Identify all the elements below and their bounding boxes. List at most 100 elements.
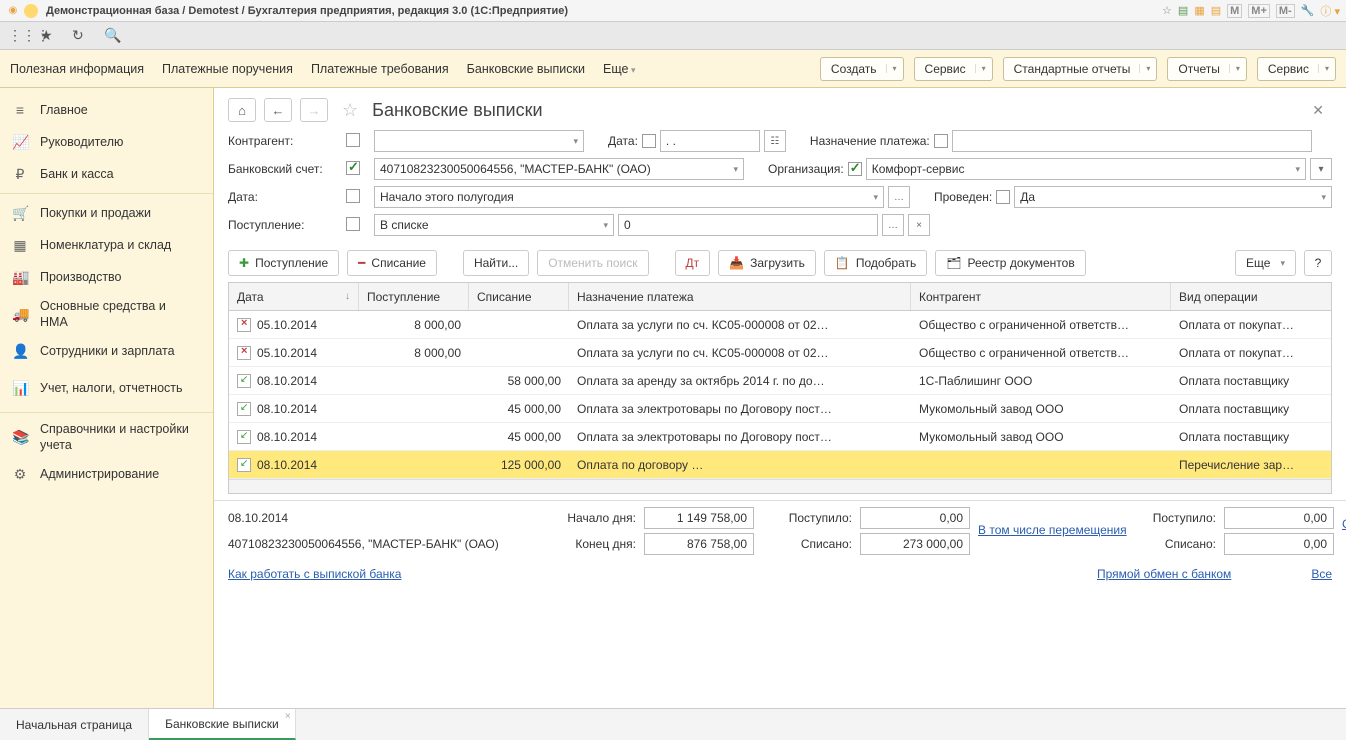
- reports-button[interactable]: Отчеты▾: [1167, 57, 1247, 81]
- sidebar-item-manager[interactable]: 📈Руководителю: [0, 126, 213, 158]
- load-button[interactable]: 📥Загрузить: [718, 250, 816, 276]
- search-icon[interactable]: 🔍: [104, 27, 122, 44]
- settings-icon[interactable]: 🔧: [1301, 4, 1315, 17]
- pick-button[interactable]: 📋Подобрать: [824, 250, 927, 276]
- incoming-num-input[interactable]: 0: [618, 214, 878, 236]
- hide-totals-link[interactable]: Скрыть итоги: [1342, 517, 1346, 545]
- m-minus-icon[interactable]: M-: [1276, 4, 1295, 18]
- sidebar-item-trade[interactable]: 🛒Покупки и продажи: [0, 197, 213, 229]
- calc-icon[interactable]: ▦: [1194, 4, 1204, 17]
- favorite-icon[interactable]: ★: [40, 27, 58, 44]
- outgoing-button[interactable]: ━Списание: [347, 250, 437, 276]
- service2-button[interactable]: Сервис▾: [1257, 57, 1336, 81]
- service-button[interactable]: Сервис▾: [914, 57, 993, 81]
- table-header: Дата↓ Поступление Списание Назначение пл…: [229, 283, 1331, 311]
- sidebar-item-hr[interactable]: 👤Сотрудники и зарплата: [0, 335, 213, 367]
- more-button[interactable]: Еще▾: [1235, 250, 1296, 276]
- date2-checkbox[interactable]: [346, 189, 360, 203]
- sidebar-item-assets[interactable]: 🚚Основные средства и НМА: [0, 293, 213, 335]
- org-checkbox[interactable]: [848, 162, 862, 176]
- incoming-clear-button[interactable]: ×: [908, 214, 930, 236]
- clipboard-icon[interactable]: ▤: [1178, 4, 1188, 17]
- th-outgoing[interactable]: Списание: [469, 283, 569, 310]
- incoming-ext-button[interactable]: …: [882, 214, 904, 236]
- bankacct-label: Банковский счет:: [228, 162, 338, 176]
- bankacct-select[interactable]: 40710823230050064556, "МАСТЕР-БАНК" (ОАО…: [374, 158, 744, 180]
- table-row[interactable]: 05.10.20148 000,00Оплата за услуги по сч…: [229, 339, 1331, 367]
- posted-select[interactable]: Да▾: [1014, 186, 1332, 208]
- th-counterparty[interactable]: Контрагент: [911, 283, 1171, 310]
- create-button[interactable]: Создать▾: [820, 57, 904, 81]
- tab-statements[interactable]: Банковские выписки×: [149, 709, 296, 740]
- m-icon[interactable]: M: [1227, 4, 1242, 18]
- th-date[interactable]: Дата↓: [229, 283, 359, 310]
- th-purpose[interactable]: Назначение платежа: [569, 283, 911, 310]
- calendar-button[interactable]: ☷: [764, 130, 786, 152]
- table-row[interactable]: 05.10.20148 000,00Оплата за услуги по сч…: [229, 311, 1331, 339]
- purpose-checkbox[interactable]: [934, 134, 948, 148]
- date-input[interactable]: . .: [660, 130, 760, 152]
- home-button[interactable]: ⌂: [228, 98, 256, 122]
- cmd-link-more[interactable]: Еще: [603, 62, 635, 76]
- org-ext-button[interactable]: ▾: [1310, 158, 1332, 180]
- date-checkbox[interactable]: [642, 134, 656, 148]
- table-row[interactable]: 08.10.201445 000,00Оплата за электротова…: [229, 423, 1331, 451]
- sidebar-item-admin[interactable]: ⚙Администрирование: [0, 458, 213, 490]
- m-plus-icon[interactable]: M+: [1248, 4, 1270, 18]
- sidebar-item-prod[interactable]: 🏭Производство: [0, 261, 213, 293]
- star-icon[interactable]: ☆: [1162, 4, 1172, 17]
- incoming-button[interactable]: ✚Поступление: [228, 250, 339, 276]
- books-icon: 📚: [12, 428, 28, 446]
- posted-checkbox[interactable]: [996, 190, 1010, 204]
- sidebar-item-stock[interactable]: ▦Номенклатура и склад: [0, 229, 213, 261]
- dt-kt-button[interactable]: Дт: [675, 250, 711, 276]
- cancel-find-button[interactable]: Отменить поиск: [537, 250, 648, 276]
- bankacct-checkbox[interactable]: [346, 161, 360, 175]
- date2-select[interactable]: Начало этого полугодия▾: [374, 186, 884, 208]
- cmd-link-statements[interactable]: Банковские выписки: [467, 62, 585, 76]
- all-link[interactable]: Все: [1311, 567, 1332, 581]
- sidebar-item-refs[interactable]: 📚Справочники и настройки учета: [0, 416, 213, 458]
- registry-button[interactable]: 🗂Реестр документов: [935, 250, 1085, 276]
- purpose-input[interactable]: [952, 130, 1312, 152]
- tab-close-icon[interactable]: ×: [285, 711, 291, 722]
- tab-start[interactable]: Начальная страница: [0, 709, 149, 740]
- back-button[interactable]: ←: [264, 98, 292, 122]
- transfers-link[interactable]: В том числе перемещения: [978, 523, 1128, 539]
- table-row[interactable]: 08.10.201445 000,00Оплата за электротова…: [229, 395, 1331, 423]
- forward-button[interactable]: →: [300, 98, 328, 122]
- th-operation[interactable]: Вид операции: [1171, 283, 1331, 310]
- cmd-link-demands[interactable]: Платежные требования: [311, 62, 449, 76]
- info-icon[interactable]: ⓘ ▾: [1320, 3, 1340, 19]
- table-row[interactable]: 08.10.2014125 000,00Оплата по договору ……: [229, 451, 1331, 479]
- cmd-link-payments[interactable]: Платежные поручения: [162, 62, 293, 76]
- th-incoming[interactable]: Поступление: [359, 283, 469, 310]
- sidebar-item-main[interactable]: ≡Главное: [0, 94, 213, 126]
- how-to-link[interactable]: Как работать с выпиской банка: [228, 567, 401, 581]
- date2-ext-button[interactable]: …: [888, 186, 910, 208]
- table-row[interactable]: 08.10.201458 000,00Оплата за аренду за о…: [229, 367, 1331, 395]
- apps-grid-icon[interactable]: ⋮⋮⋮: [8, 27, 26, 44]
- org-select[interactable]: Комфорт-сервис▾: [866, 158, 1306, 180]
- counterparty-select[interactable]: ▾: [374, 130, 584, 152]
- incoming-checkbox[interactable]: [346, 217, 360, 231]
- history-icon[interactable]: ↻: [72, 27, 90, 44]
- cmd-link-info[interactable]: Полезная информация: [10, 62, 144, 76]
- close-page-button[interactable]: ✕: [1312, 102, 1332, 119]
- calendar-icon[interactable]: ▤: [1211, 4, 1221, 17]
- help-button[interactable]: ?: [1304, 250, 1332, 276]
- grid-icon: ▦: [12, 237, 28, 254]
- horizontal-scrollbar[interactable]: [229, 479, 1331, 493]
- debug-icon[interactable]: [24, 4, 38, 18]
- dtkt-icon: Дт: [686, 256, 700, 270]
- sidebar-item-tax[interactable]: 📊Учет, налоги, отчетность: [0, 367, 213, 409]
- titlebar: ◉ Демонстрационная база / Demotest / Бух…: [0, 0, 1346, 22]
- std-reports-button[interactable]: Стандартные отчеты▾: [1003, 57, 1158, 81]
- sidebar-item-bank[interactable]: ₽Банк и касса: [0, 158, 213, 190]
- exchange-link[interactable]: Прямой обмен с банком: [1097, 567, 1231, 581]
- fav-star-icon[interactable]: ☆: [342, 100, 358, 121]
- incoming-select[interactable]: В списке▾: [374, 214, 614, 236]
- find-button[interactable]: Найти...: [463, 250, 529, 276]
- counterparty-checkbox[interactable]: [346, 133, 360, 147]
- title-system-icons: ☆ ▤ ▦ ▤ M M+ M- 🔧 ⓘ ▾: [1162, 3, 1340, 19]
